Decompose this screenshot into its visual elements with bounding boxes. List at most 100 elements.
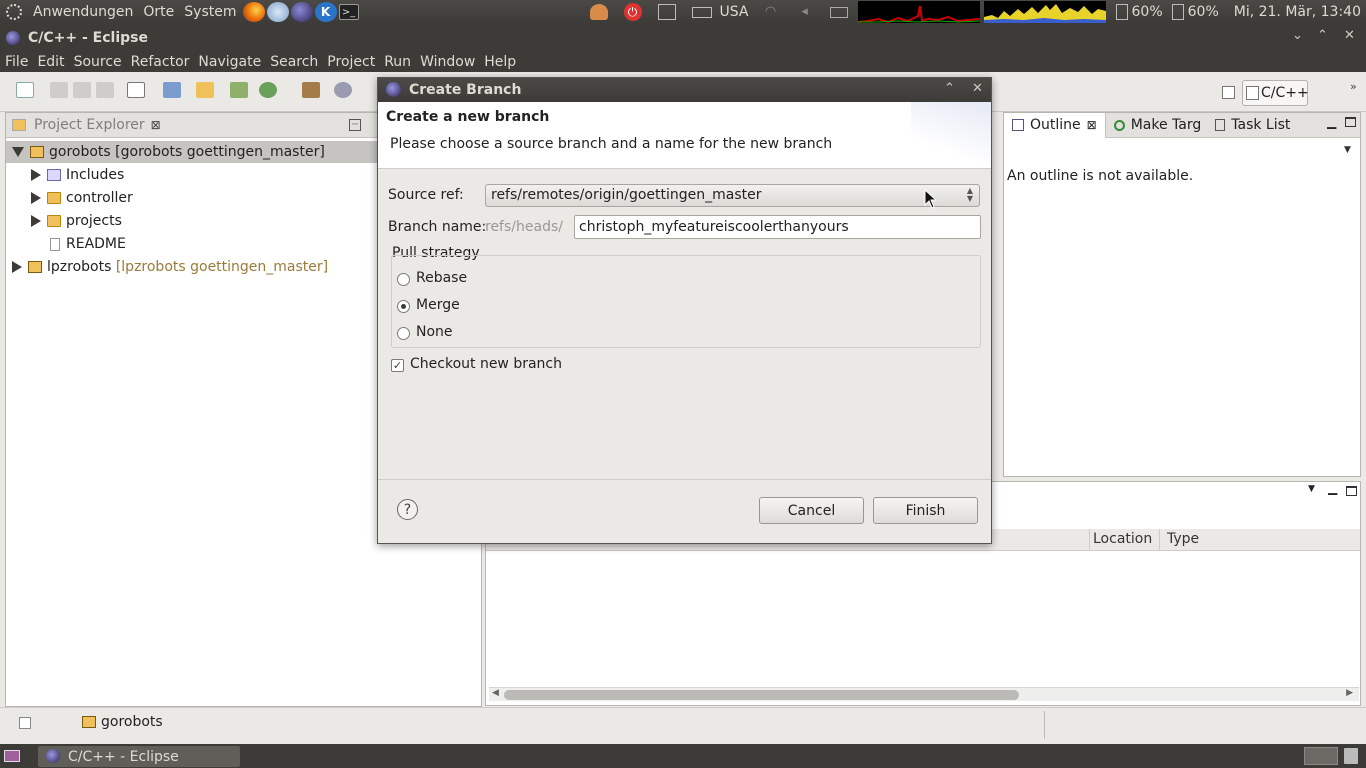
menu-project[interactable]: Project	[327, 54, 375, 70]
weather-launcher-icon[interactable]	[266, 2, 289, 22]
tree-item-readme[interactable]: README	[47, 233, 126, 255]
window-maximize-button[interactable]: ⌃	[1317, 28, 1328, 43]
column-type[interactable]: Type	[1167, 531, 1199, 547]
menu-search[interactable]: Search	[270, 54, 318, 70]
keyboard-icon[interactable]	[691, 6, 712, 18]
radio-none-label[interactable]: None	[416, 324, 453, 340]
maximize-view-icon[interactable]	[1346, 486, 1357, 496]
expand-arrow-icon[interactable]	[31, 169, 41, 181]
debug-icon[interactable]	[259, 82, 277, 98]
radio-merge-label[interactable]: Merge	[416, 297, 460, 313]
checkout-new-branch-label[interactable]: Checkout new branch	[410, 356, 562, 372]
radio-rebase-label[interactable]: Rebase	[416, 270, 467, 286]
toolbar-overflow-icon[interactable]: »	[1350, 80, 1357, 93]
tree-item-lpzrobots[interactable]: lpzrobots [lpzrobots goettingen_master]	[12, 256, 328, 278]
battery-icon-2[interactable]	[1171, 4, 1184, 20]
minimize-view-icon[interactable]: ▁	[1328, 481, 1337, 495]
view-menu-icon[interactable]: ▼	[1344, 145, 1351, 155]
radio-none[interactable]	[397, 327, 410, 340]
menu-run[interactable]: Run	[384, 54, 411, 70]
tab-outline[interactable]: Outline ⊠	[1004, 112, 1106, 138]
scroll-right-icon[interactable]: ▶	[1346, 688, 1353, 698]
tab-task-list[interactable]: Task List	[1209, 117, 1296, 133]
tab-make-target[interactable]: Make Targ	[1106, 117, 1210, 133]
scrollbar-thumb[interactable]	[504, 690, 1019, 700]
menu-window[interactable]: Window	[420, 54, 475, 70]
close-tab-icon[interactable]: ⊠	[1087, 118, 1097, 132]
source-ref-combo[interactable]: refs/remotes/origin/goettingen_master ▲ ▼	[485, 184, 980, 207]
dialog-close-button[interactable]: ✕	[972, 81, 983, 96]
new-cpp-project-icon[interactable]	[163, 82, 181, 98]
user-icon[interactable]	[589, 4, 608, 20]
hammer-icon[interactable]	[302, 82, 320, 98]
checkout-new-branch-checkbox[interactable]: ✓	[391, 359, 404, 372]
fast-view-icon[interactable]	[19, 717, 31, 729]
expand-arrow-icon[interactable]	[12, 147, 24, 157]
minimize-view-icon[interactable]: ▁	[1327, 115, 1336, 129]
expand-arrow-icon[interactable]	[12, 261, 22, 273]
ubuntu-logo-icon[interactable]	[6, 4, 22, 20]
open-perspective-icon[interactable]	[1222, 86, 1235, 99]
display-icon[interactable]	[657, 4, 676, 20]
menu-system[interactable]: System	[179, 0, 241, 24]
cancel-button[interactable]: Cancel	[759, 497, 864, 524]
menu-file[interactable]: File	[5, 54, 28, 70]
radio-rebase[interactable]	[397, 273, 410, 286]
menu-help[interactable]: Help	[484, 54, 516, 70]
keyboard-layout[interactable]: USA	[720, 0, 754, 24]
column-location[interactable]: Location	[1093, 531, 1152, 547]
maximize-view-icon[interactable]	[1345, 117, 1356, 127]
new-class-icon[interactable]	[230, 82, 248, 98]
save-icon[interactable]	[50, 82, 68, 98]
workspace-switcher[interactable]	[1304, 747, 1338, 765]
dialog-maximize-button[interactable]: ⌃	[944, 81, 955, 96]
clock[interactable]: Mi, 21. Mär, 13:40	[1224, 0, 1366, 24]
firefox-launcher-icon[interactable]	[242, 2, 265, 22]
power-icon[interactable]: ⏻	[623, 3, 642, 21]
horizontal-scrollbar[interactable]: ◀ ▶	[489, 687, 1359, 701]
column-separator	[1159, 529, 1160, 551]
print-icon[interactable]	[96, 82, 114, 98]
expand-arrow-icon[interactable]	[31, 215, 41, 227]
tab-task-list-label: Task List	[1231, 117, 1291, 133]
wifi-icon[interactable]: ◠	[762, 4, 780, 20]
build-icon[interactable]	[127, 82, 145, 98]
tree-item-gorobots[interactable]: gorobots [gorobots goettingen_master]	[6, 141, 381, 163]
volume-icon[interactable]: ◂	[796, 4, 814, 20]
menu-navigate[interactable]: Navigate	[198, 54, 261, 70]
tree-item-includes[interactable]: Includes	[31, 164, 124, 186]
eclipse-launcher-icon[interactable]	[290, 2, 313, 22]
show-desktop-icon[interactable]	[4, 750, 20, 762]
k-launcher-icon[interactable]: K	[314, 2, 337, 22]
menu-places[interactable]: Orte	[138, 0, 179, 24]
branch-name-input[interactable]	[574, 215, 981, 239]
taskbar-window-button[interactable]: C/C++ - Eclipse	[38, 746, 240, 767]
menu-source[interactable]: Source	[74, 54, 122, 70]
menu-edit[interactable]: Edit	[37, 54, 64, 70]
menu-applications[interactable]: Anwendungen	[28, 0, 138, 24]
collapse-all-icon[interactable]: −	[349, 119, 361, 131]
radio-merge[interactable]	[397, 300, 410, 313]
finish-button[interactable]: Finish	[873, 497, 978, 524]
scroll-left-icon[interactable]: ◀	[492, 688, 499, 698]
tree-item-label: projects	[66, 213, 122, 229]
close-tab-icon[interactable]: ⊠	[151, 118, 161, 132]
new-icon[interactable]	[16, 82, 34, 98]
view-menu-icon[interactable]: ▼	[1308, 484, 1315, 494]
battery-icon[interactable]	[1115, 4, 1128, 20]
tree-item-projects[interactable]: projects	[31, 210, 122, 232]
window-close-button[interactable]: ✕	[1344, 28, 1355, 43]
eclipse-logo-icon	[6, 30, 20, 45]
expand-arrow-icon[interactable]	[31, 192, 41, 204]
new-folder-icon[interactable]	[196, 82, 214, 98]
help-button[interactable]: ?	[397, 499, 418, 520]
perspective-cpp-button[interactable]: C/C++	[1242, 80, 1309, 106]
window-minimize-button[interactable]: ⌄	[1292, 28, 1303, 43]
terminal-launcher-icon[interactable]: >_	[338, 4, 359, 20]
run-settings-icon[interactable]	[334, 82, 352, 98]
trash-icon[interactable]	[1344, 748, 1358, 764]
menu-refactor[interactable]: Refactor	[131, 54, 190, 70]
tree-item-controller[interactable]: controller	[31, 187, 133, 209]
mail-icon[interactable]	[829, 6, 848, 18]
save-all-icon[interactable]	[73, 82, 91, 98]
